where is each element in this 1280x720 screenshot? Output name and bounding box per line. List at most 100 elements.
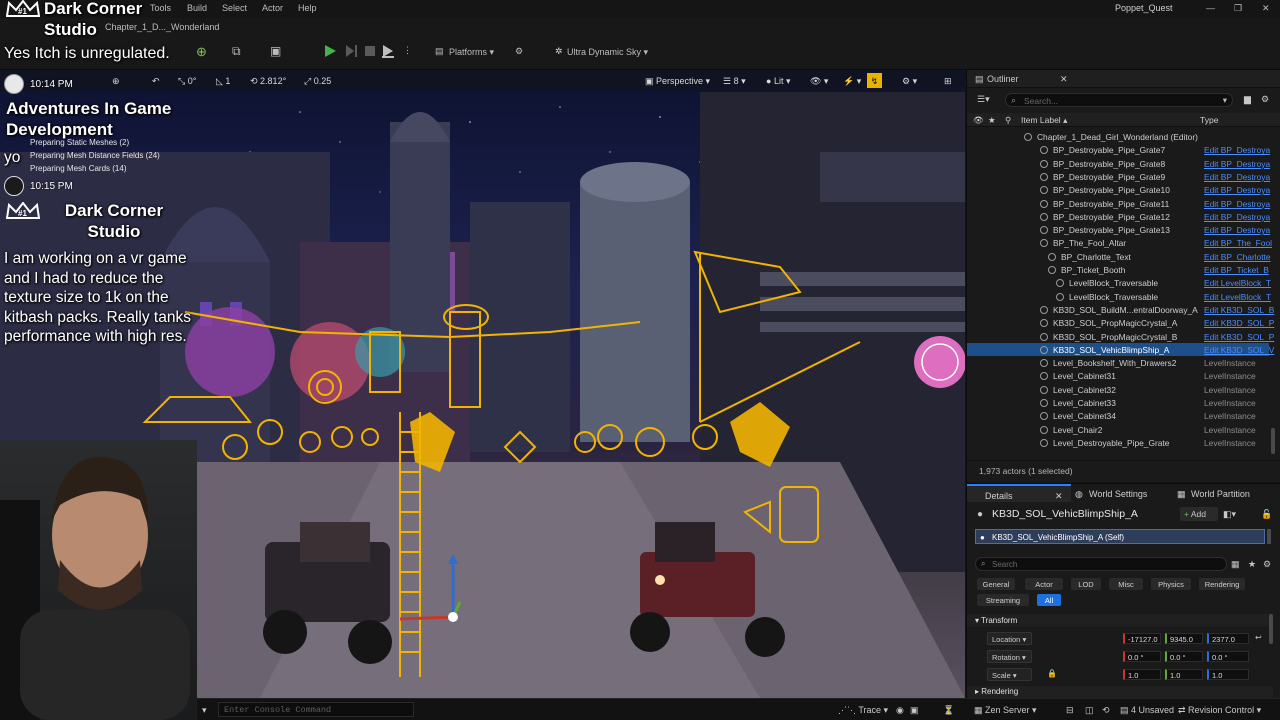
close-tab-icon[interactable]: ✕ [1060,74,1068,85]
angle-snap[interactable]: ⟲ 2.812° [250,76,286,87]
col-type[interactable]: Type [1200,115,1218,125]
outliner-row-type[interactable]: Edit LevelBlock_T [1204,278,1271,288]
console-command-input[interactable]: Enter Console Command [218,702,414,717]
location-dropdown[interactable]: Location ▾ [987,632,1032,645]
details-scrollbar[interactable] [1269,614,1273,644]
outliner-row[interactable]: BP_The_Fool_Altar Edit BP_The_Fool [967,236,1272,249]
snap-tools-icon[interactable]: ⚡ ▾ [843,76,861,87]
outliner-row-type[interactable]: Edit LevelBlock_T [1204,292,1271,302]
filter-streaming[interactable]: Streaming [977,594,1029,606]
outliner-scrollbar[interactable] [1271,428,1275,454]
perspective-dropdown[interactable]: ▣ Perspective ▾ [645,76,710,87]
location-y-field[interactable]: 9345.0 [1165,633,1203,644]
outliner-row[interactable]: KB3D_SOL_VehicBlimpShip_A Edit KB3D_SOL_V [967,342,1274,357]
location-z-field[interactable]: 2377.0 [1207,633,1249,644]
outliner-row-type[interactable]: Edit KB3D_SOL_B [1204,305,1274,315]
outliner-row[interactable]: BP_Destroyable_Pipe_Grate10 Edit BP_Destr… [967,183,1270,196]
stop-icon[interactable] [363,44,377,58]
outliner-row[interactable]: BP_Destroyable_Pipe_Grate9 Edit BP_Destro… [967,170,1270,183]
notification-icon[interactable]: ◫ [1085,705,1094,716]
zen-server-dropdown[interactable]: ▦ Zen Server ▾ [974,705,1037,716]
component-scrollbar[interactable] [1267,529,1271,544]
show-flags-icon[interactable]: 👁 ▾ [810,76,828,87]
outliner-row[interactable]: BP_Destroyable_Pipe_Grate13 Edit BP_Destr… [967,223,1270,236]
outliner-row[interactable]: BP_Destroyable_Pipe_Grate11 Edit BP_Destr… [967,197,1270,210]
lock-icon[interactable]: 🔓 [1261,509,1272,520]
outliner-row-type[interactable]: Edit BP_Destroya [1204,145,1270,155]
blueprint-options-icon[interactable]: ◧▾ [1223,509,1236,520]
lock-scale-icon[interactable]: 🔒 [1047,669,1057,678]
outliner-row[interactable]: KB3D_SOL_BuildM...entralDoorway_A Edit KB… [967,303,1274,316]
outliner-row[interactable]: Chapter_1_Dead_Girl_Wonderland (Editor) [967,130,1269,143]
outliner-row[interactable]: BP_Charlotte_Text Edit BP_Charlotte [967,250,1271,263]
viewport-layout-icon[interactable]: ⊞ [944,76,952,87]
outliner-row[interactable]: BP_Destroyable_Pipe_Grate8 Edit BP_Destro… [967,157,1270,170]
derived-data-icon[interactable]: ⏳ [943,705,954,716]
filter-actor[interactable]: Actor [1025,578,1063,590]
tab-details[interactable]: Details ✕ [967,484,1071,502]
outliner-row-type[interactable]: Edit BP_Ticket_B [1204,265,1269,275]
screenshot-icon[interactable]: ▣ [910,705,919,716]
menu-actor[interactable]: Actor [262,3,283,13]
cinematics-icon[interactable]: ▣ [270,44,281,58]
scale-x-field[interactable]: 1.0 [1123,669,1161,680]
outliner-row[interactable]: Level_Destroyable_Pipe_Grate LevelInstanc… [967,436,1269,449]
visibility-column-icon[interactable]: 👁 [973,115,984,126]
fov-dropdown[interactable]: ☰ 8 ▾ [723,76,746,87]
play-options-icon[interactable]: ⋮ [403,45,412,56]
blueprint-icon[interactable]: ⧉ [232,44,241,59]
component-tree-self[interactable]: ● KB3D_SOL_VehicBlimpShip_A (Self) [975,529,1265,544]
record-icon[interactable]: ◉ [896,705,904,716]
scale-dropdown[interactable]: Scale ▾ [987,668,1032,681]
outliner-row[interactable]: Level_Cabinet31 LevelInstance [967,369,1269,382]
filter-icon[interactable]: ☰▾ [977,94,990,105]
outliner-tab[interactable]: ▤ Outliner ✕ [967,70,1280,88]
close-tab-icon[interactable]: ✕ [1055,491,1063,502]
lit-dropdown[interactable]: ● Lit ▾ [766,76,790,87]
unsaved-button[interactable]: ▤ 4 Unsaved [1120,705,1174,716]
outliner-row-type[interactable]: Edit KB3D_SOL_V [1204,345,1274,355]
minimize-icon[interactable]: — [1206,3,1215,13]
trace-dropdown[interactable]: ⋰⋱ Trace ▾ [838,705,888,716]
outliner-row[interactable]: Level_Cabinet33 LevelInstance [967,396,1269,409]
location-x-field[interactable]: -17127.0 [1123,633,1161,644]
outliner-row[interactable]: KB3D_SOL_PropMagicCrystal_B Edit KB3D_SOL… [967,330,1274,343]
tab-world-settings[interactable]: ◍ World Settings [1075,484,1170,502]
actor-name-field[interactable]: KB3D_SOL_VehicBlimpShip_A [992,508,1138,520]
realtime-toggle[interactable]: ↯ [867,73,882,88]
scale-y-field[interactable]: 1.0 [1165,669,1203,680]
rotation-x-field[interactable]: 0.0 ° [1123,651,1161,662]
outliner-row[interactable]: Level_Bookshelf_With_Drawers2 LevelInstan… [967,356,1269,369]
viewport-settings-icon[interactable]: ⚙ ▾ [902,76,917,87]
outliner-row[interactable]: Level_Cabinet32 LevelInstance [967,383,1269,396]
filter-misc[interactable]: Misc [1109,578,1143,590]
rotation-dropdown[interactable]: Rotation ▾ [987,650,1032,663]
close-window-icon[interactable]: ✕ [1262,3,1270,14]
maximize-icon[interactable]: ❐ [1234,3,1242,14]
outliner-row[interactable]: LevelBlock_Traversable Edit LevelBlock_T [967,290,1271,303]
outliner-row[interactable]: BP_Ticket_Booth Edit BP_Ticket_B [967,263,1269,276]
rendering-section-header[interactable]: ▸ Rendering [967,686,1273,698]
pin-column-icon[interactable]: ★ [988,115,996,126]
tab-world-partition[interactable]: ▦ World Partition [1177,484,1280,502]
eject-icon[interactable] [381,44,395,58]
outliner-row-type[interactable]: Edit BP_Destroya [1204,212,1270,222]
scale-snap[interactable]: ⤢ 0.25 [304,76,331,87]
filter-lod[interactable]: LOD [1071,578,1101,590]
outliner-search-input[interactable]: ⌕ Search... ▾ [1005,93,1233,107]
lock-column-icon[interactable]: ⚲ [1005,115,1011,126]
menu-select[interactable]: Select [222,3,247,13]
outliner-row[interactable]: BP_Destroyable_Pipe_Grate7 Edit BP_Destro… [967,143,1270,156]
outliner-row-type[interactable]: Edit BP_The_Fool [1204,238,1272,248]
reset-arrow-icon[interactable]: ↩ [1255,633,1262,642]
step-icon[interactable] [344,44,358,58]
details-search-input[interactable]: ⌕ Search [975,557,1227,571]
revision-control-dropdown[interactable]: ⇄ Revision Control ▾ [1178,705,1261,716]
rotation-z-field[interactable]: 0.0 ° [1207,651,1249,662]
source-control-icon[interactable]: ⊟ [1066,705,1074,716]
outliner-row[interactable]: BP_Destroyable_Pipe_Grate12 Edit BP_Destr… [967,210,1270,223]
settings-icon[interactable]: ⚙ [515,46,523,57]
outliner-row-type[interactable]: Edit BP_Destroya [1204,199,1270,209]
menu-help[interactable]: Help [298,3,317,13]
chevron-down-icon[interactable]: ▾ [1223,95,1227,106]
